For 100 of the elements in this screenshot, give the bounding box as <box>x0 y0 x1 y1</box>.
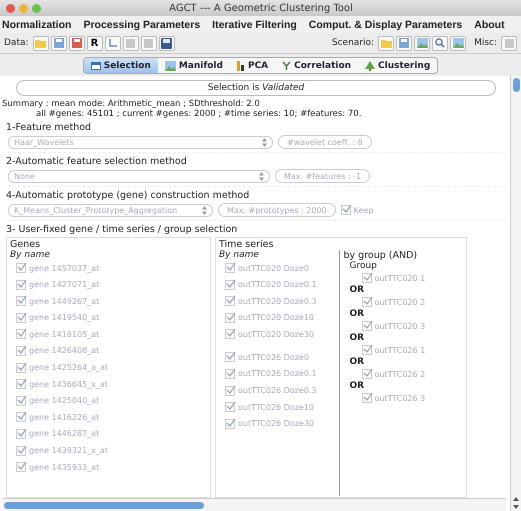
checkbox-label: outTTC026 Doze0 <box>238 352 309 362</box>
checkbox[interactable] <box>16 312 26 323</box>
checkbox[interactable] <box>16 362 26 373</box>
checkbox-label: outTTC026 1 <box>374 346 426 354</box>
checkbox-label: gene 1446287_at <box>29 429 100 438</box>
section-title: 1-Feature method <box>6 122 92 133</box>
list-heading: By name <box>219 250 260 260</box>
checkbox[interactable] <box>225 418 235 429</box>
folder-icon <box>380 38 392 48</box>
zoom-button[interactable] <box>32 4 41 12</box>
tab[interactable]: Clustering <box>358 58 438 73</box>
checkbox[interactable] <box>16 379 26 390</box>
checkbox-label: outTTC020 2 <box>374 298 426 306</box>
or-label: OR <box>350 381 366 391</box>
checkbox[interactable] <box>16 329 26 340</box>
checkbox[interactable] <box>362 297 372 307</box>
checkbox-label: gene 1439321_x_at <box>29 446 108 456</box>
or-label: OR <box>350 357 366 367</box>
summary-text: Summary : mean mode: Arithmetic_mean ; SDthreshold: 2.0 <box>2 99 261 109</box>
checkbox[interactable] <box>225 386 235 396</box>
panel-title: Genes <box>10 239 42 250</box>
checkbox[interactable] <box>362 321 372 331</box>
toolbar-button[interactable] <box>432 36 448 50</box>
horizontal-scrollbar[interactable] <box>2 498 506 511</box>
checkbox[interactable] <box>16 446 26 456</box>
checkbox[interactable] <box>225 296 235 306</box>
checkbox-label: gene 1435933_at <box>29 462 100 472</box>
checkbox[interactable] <box>16 263 26 273</box>
checkbox-label: Keep <box>354 206 374 214</box>
checkbox[interactable] <box>16 428 26 439</box>
checkbox-label: gene 1457037_at <box>29 264 100 272</box>
scroll-thumb[interactable] <box>512 78 520 92</box>
dropdown-arrows-icon <box>202 206 207 214</box>
tab[interactable]: Correlation <box>275 58 358 73</box>
menu-item[interactable]: Processing Parameters <box>83 18 200 30</box>
menu-item[interactable]: About <box>474 18 505 30</box>
toolbar-label: Data: <box>4 38 29 48</box>
section-title: 2-Automatic feature selection method <box>6 156 188 167</box>
toolbar-button[interactable] <box>158 36 175 50</box>
tab[interactable]: Selection <box>84 58 158 73</box>
toolbar-button[interactable] <box>104 36 121 50</box>
tab[interactable]: PCA <box>230 58 276 73</box>
toolbar-label: Scenario: <box>332 38 374 48</box>
bars-icon <box>236 60 245 70</box>
checkbox-label: gene 1427071_at <box>29 280 100 290</box>
list-heading: By name <box>10 250 51 260</box>
menu-item[interactable]: Comput. & Display Parameters <box>308 18 462 30</box>
checkbox-label: outTTC020 Doze0.1 <box>238 280 317 290</box>
minimize-button[interactable] <box>19 4 28 12</box>
checkbox[interactable] <box>16 396 26 406</box>
checkbox[interactable] <box>16 346 26 356</box>
group-heading: Group <box>350 261 378 271</box>
checkbox-label: outTTC026 Doze0.1 <box>238 369 317 378</box>
checkbox[interactable] <box>225 402 235 412</box>
checkbox-label: outTTC020 Doze0 <box>238 264 309 272</box>
dropdown-arrows-icon <box>259 172 264 180</box>
menu-item[interactable]: Normalization <box>2 18 72 30</box>
network-icon <box>282 61 292 70</box>
checkbox[interactable] <box>16 412 26 422</box>
vertical-scrollbar[interactable] <box>510 76 521 511</box>
checkbox[interactable] <box>225 263 235 273</box>
checkbox[interactable] <box>362 369 372 379</box>
close-button[interactable] <box>6 4 15 12</box>
checkbox[interactable] <box>225 368 235 379</box>
or-label: OR <box>350 333 366 343</box>
window-icon <box>90 62 101 70</box>
checkbox[interactable] <box>362 393 372 403</box>
checkbox[interactable] <box>340 205 351 215</box>
tree-icon <box>365 60 376 70</box>
checkbox[interactable] <box>225 329 235 340</box>
toolbar-button[interactable]: R <box>86 36 103 50</box>
scroll-arrows-icon[interactable] <box>513 497 519 509</box>
magnifier-icon <box>435 38 446 48</box>
connector-icon <box>108 38 118 48</box>
panel-title: by group (AND) <box>344 250 418 261</box>
checkbox[interactable] <box>225 312 235 323</box>
checkbox-label: outTTC020 Doze10 <box>238 313 314 322</box>
checkbox[interactable] <box>225 352 235 362</box>
checkbox-label: outTTC026 Doze0.3 <box>238 386 317 396</box>
checkbox-label: outTTC026 3 <box>374 394 426 402</box>
image-icon <box>452 38 464 48</box>
checkbox-label: outTTC026 2 <box>374 370 426 378</box>
panel-title: Time series <box>219 239 274 250</box>
checkbox[interactable] <box>16 462 26 472</box>
checkbox[interactable] <box>362 273 372 283</box>
status-bar: Selection is Validated <box>16 80 496 96</box>
window-title: AGCT --- A Geometric Clustering Tool <box>168 2 354 14</box>
checkbox-label: outTTC026 Doze30 <box>238 419 314 428</box>
scroll-thumb[interactable] <box>4 502 204 508</box>
menu-item[interactable]: Iterative Filtering <box>212 18 297 30</box>
checkbox[interactable] <box>225 280 235 290</box>
toolbar-button[interactable] <box>68 36 85 50</box>
toolbar-label: Misc: <box>474 38 497 48</box>
tab[interactable]: Manifold <box>158 58 230 73</box>
checkbox-label: outTTC020 Doze0.3 <box>238 296 317 306</box>
checkbox[interactable] <box>362 345 372 355</box>
checkbox[interactable] <box>16 280 26 290</box>
checkbox-label: gene 1418105_at <box>29 330 100 339</box>
or-label: OR <box>350 309 366 319</box>
checkbox[interactable] <box>16 296 26 306</box>
